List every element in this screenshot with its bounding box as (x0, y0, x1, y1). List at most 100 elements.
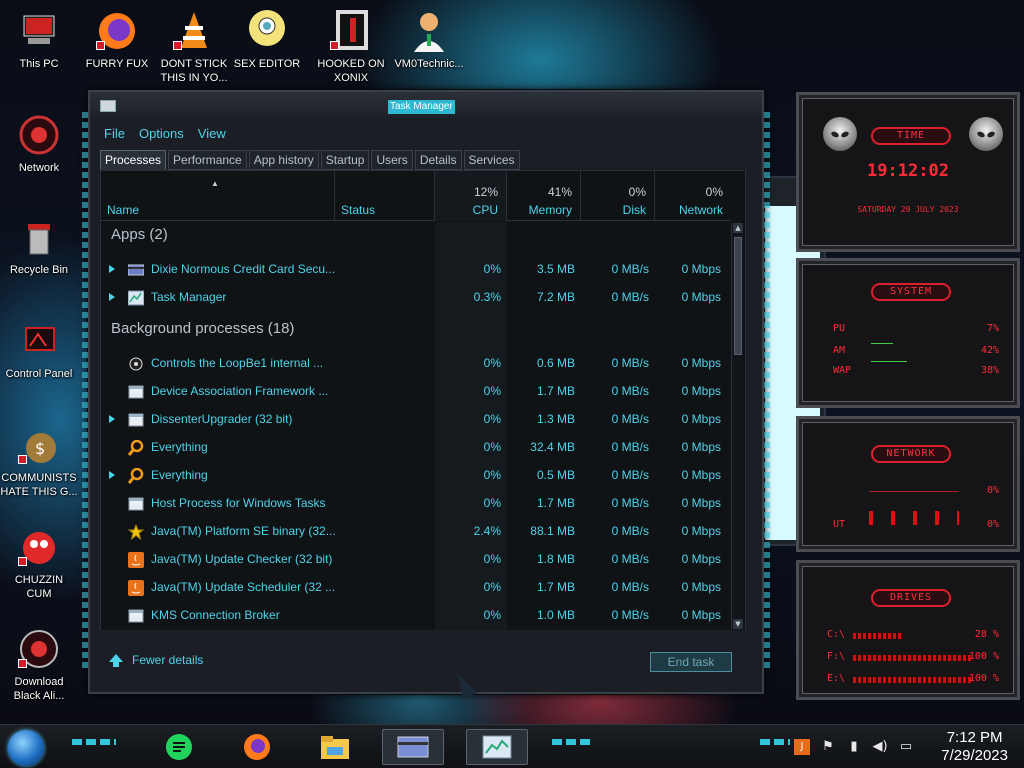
tab-users[interactable]: Users (371, 150, 413, 170)
process-name: Task Manager (151, 290, 227, 304)
process-row[interactable]: Everything 0% 0.5 MB 0 MB/s 0 Mbps (101, 462, 731, 490)
expand-arrow-icon[interactable] (109, 415, 115, 423)
expand-arrow-icon[interactable] (109, 265, 115, 273)
expand-arrow-icon[interactable] (109, 293, 115, 301)
java-tray-icon[interactable]: J (794, 739, 810, 755)
process-cpu: 0% (483, 440, 501, 454)
task-manager-window[interactable]: Task Manager File Options View Processes… (82, 90, 770, 694)
desktop-icon-recycle-bin[interactable]: Recycle Bin (0, 214, 78, 277)
desktop-icon-communists[interactable]: $ COMMUNISTS HATE THIS G... (0, 422, 78, 499)
process-name: Dixie Normous Credit Card Secu... (151, 262, 336, 276)
svg-text:$: $ (35, 439, 45, 458)
process-row[interactable]: Java(TM) Update Checker (32 bit) 0% 1.8 MB… (101, 546, 731, 574)
desktop-icon-download-black[interactable]: Download Black Ali... (0, 626, 78, 703)
title-bar[interactable]: Task Manager (90, 92, 762, 118)
scrollbar-thumb[interactable] (734, 237, 742, 355)
process-row[interactable]: Task Manager 0.3% 7.2 MB 0 MB/s 0 Mbps (101, 284, 731, 312)
process-row[interactable]: Java(TM) Update Scheduler (32 ... 0% 1.7 M… (101, 574, 731, 602)
desktop-icon-network[interactable]: Network (0, 112, 78, 175)
vertical-scrollbar[interactable]: ▲ ▼ (731, 223, 743, 629)
taskbar-clock[interactable]: 7:12 PM 7/29/2023 (941, 729, 1008, 765)
control-panel-icon (16, 318, 62, 364)
desktop-icon-vm0technic[interactable]: VM0Technic... (390, 8, 468, 71)
flag-icon[interactable]: ⚑ (820, 739, 836, 755)
process-row[interactable]: Java(TM) Platform SE binary (32... 2.4% 88… (101, 518, 731, 546)
process-disk: 0 MB/s (611, 496, 649, 510)
process-network: 0 Mbps (681, 496, 721, 510)
process-disk: 0 MB/s (611, 262, 649, 276)
column-name[interactable]: ▲ Name (101, 171, 335, 221)
column-status[interactable]: Status (335, 171, 435, 221)
end-task-button[interactable]: End task (650, 652, 732, 672)
column-cpu[interactable]: 12% CPU (435, 171, 507, 221)
desktop-icon-control-panel[interactable]: Control Panel (0, 318, 78, 381)
process-cpu: 0% (483, 356, 501, 370)
process-disk: 0 MB/s (611, 524, 649, 538)
tab-services[interactable]: Services (463, 150, 520, 170)
money-bag-icon: $ (16, 422, 62, 468)
tab-performance[interactable]: Performance (168, 150, 247, 170)
process-row[interactable]: Dixie Normous Credit Card Secu... 0% 3.5 M… (101, 256, 731, 284)
start-orb-button[interactable] (8, 730, 44, 766)
taskbar-app-notes[interactable] (148, 729, 210, 765)
process-row[interactable]: Host Process for Windows Tasks 0% 1.7 MB 0 … (101, 490, 731, 518)
alien-head-icon (969, 117, 1003, 151)
taskbar-app-credit-card[interactable] (382, 729, 444, 765)
process-row[interactable]: DissenterUpgrader (32 bit) 0% 1.3 MB 0 MB/s… (101, 406, 731, 434)
process-network: 0 Mbps (681, 608, 721, 622)
sort-ascending-icon: ▲ (211, 179, 219, 188)
magnifier-icon (127, 467, 144, 484)
column-header: ▲ Name Status 12% CPU 41% Memory 0% Disk… (101, 171, 731, 221)
taskbar-app-firefox[interactable] (226, 729, 288, 765)
volume-icon[interactable]: ◀) (872, 739, 888, 755)
process-row[interactable]: KMS Connection Broker 0% 1.0 MB 0 MB/s 0 Mbp… (101, 602, 731, 630)
task-manager-app-icon[interactable] (100, 100, 116, 112)
process-memory: 1.0 MB (536, 608, 575, 622)
desktop-icon-furry-fux[interactable]: FURRY FUX (78, 8, 156, 71)
tab-strip: Processes Performance App history Startu… (100, 150, 522, 170)
menu-file[interactable]: File (104, 126, 125, 144)
process-row[interactable]: Everything 0% 32.4 MB 0 MB/s 0 Mbps (101, 434, 731, 462)
column-network[interactable]: 0% Network (655, 171, 731, 221)
credit-card-icon (397, 736, 429, 758)
desktop-icon-dont-stick[interactable]: DONT STICK THIS IN YO... (155, 8, 233, 85)
gadget-system: SYSTEM PU 7% AM 42% WAP 38% (796, 258, 1020, 408)
taskbar-app-explorer[interactable] (304, 729, 366, 765)
menu-view[interactable]: View (198, 126, 226, 144)
column-memory[interactable]: 41% Memory (507, 171, 581, 221)
desktop-icon-chuzzin-cum[interactable]: CHUZZIN CUM (0, 524, 78, 601)
process-network: 0 Mbps (681, 468, 721, 482)
process-cpu: 0% (483, 384, 501, 398)
process-name: Controls the LoopBe1 internal ... (151, 356, 324, 370)
network-tray-icon[interactable]: ▮ (846, 739, 862, 755)
star-icon (127, 523, 145, 541)
taskbar-app-task-manager[interactable] (466, 729, 528, 765)
footer: Fewer details End task (90, 630, 762, 692)
tab-app-history[interactable]: App history (248, 150, 319, 170)
tab-startup[interactable]: Startup (320, 150, 370, 170)
process-disk: 0 MB/s (611, 412, 649, 426)
group-apps-header[interactable]: Apps (2) (111, 226, 168, 243)
desktop-icon-sex-editor[interactable]: SEX EDITOR (228, 8, 306, 71)
process-row[interactable]: Controls the LoopBe1 internal ... 0% 0.6 M… (101, 350, 731, 378)
expand-arrow-icon[interactable] (109, 471, 115, 479)
scroll-up-arrow-icon[interactable]: ▲ (733, 223, 743, 233)
process-list: ▲ Name Status 12% CPU 41% Memory 0% Disk… (100, 170, 746, 634)
tab-processes[interactable]: Processes (100, 150, 167, 170)
scroll-down-arrow-icon[interactable]: ▼ (733, 619, 743, 629)
group-background-header[interactable]: Background processes (18) (111, 320, 294, 337)
alienware-globe-icon (16, 626, 62, 672)
menu-options[interactable]: Options (139, 126, 184, 144)
column-disk[interactable]: 0% Disk (581, 171, 655, 221)
process-memory: 1.7 MB (536, 580, 575, 594)
desktop-icon-this-pc[interactable]: This PC (0, 8, 78, 71)
gadget-time: TIME 19:12:02 SATURDAY 29 JULY 2023 (796, 92, 1020, 252)
desktop-icon-hooked-on-xonix[interactable]: HOOKED ON XONIX (312, 8, 390, 85)
keyboard-icon[interactable]: ▭ (898, 739, 914, 755)
process-row[interactable]: Device Association Framework ... 0% 1.7 MB… (101, 378, 731, 406)
process-memory: 0.6 MB (536, 356, 575, 370)
process-cpu: 0% (483, 580, 501, 594)
fewer-details-button[interactable]: Fewer details (108, 652, 203, 668)
task-manager-icon (482, 735, 512, 759)
tab-details[interactable]: Details (414, 150, 462, 170)
